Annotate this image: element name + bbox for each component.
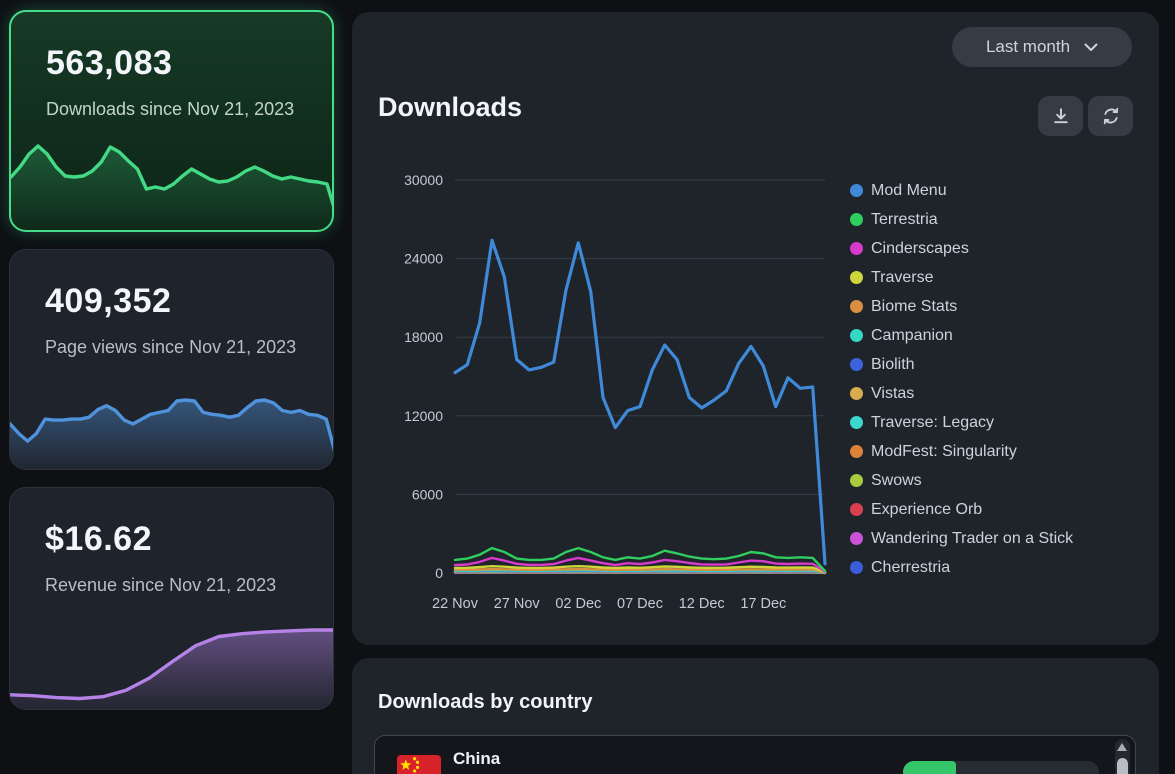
- downloads-panel: Last month Downloads 0600012000180002400…: [352, 12, 1159, 645]
- chart-legend: Mod Menu Terrestria Cinderscapes Traverse Bi…: [850, 176, 1073, 582]
- legend-item-vistas[interactable]: Vistas: [850, 379, 1073, 408]
- legend-label: Vistas: [871, 385, 914, 403]
- legend-dot: [850, 184, 863, 197]
- legend-dot: [850, 271, 863, 284]
- legend-item-experience-orb[interactable]: Experience Orb: [850, 495, 1073, 524]
- legend-dot: [850, 474, 863, 487]
- x-axis-label: 17 Dec: [740, 596, 786, 612]
- legend-dot: [850, 358, 863, 371]
- legend-dot: [850, 387, 863, 400]
- legend-item-cinderscapes[interactable]: Cinderscapes: [850, 234, 1073, 263]
- legend-item-campanion[interactable]: Campanion: [850, 321, 1073, 350]
- legend-label: Biome Stats: [871, 298, 957, 316]
- stat-card-pageviews[interactable]: 409,352 Page views since Nov 21, 2023: [9, 249, 334, 470]
- legend-label: Cinderscapes: [871, 240, 969, 258]
- country-progress-fill: [903, 761, 956, 774]
- legend-dot: [850, 503, 863, 516]
- scrollbar-thumb[interactable]: [1117, 758, 1128, 774]
- downloads-total-label: Downloads since Nov 21, 2023: [46, 98, 306, 121]
- legend-item-swows[interactable]: Swows: [850, 466, 1073, 495]
- legend-dot: [850, 416, 863, 429]
- legend-label: Experience Orb: [871, 501, 982, 519]
- stat-card-downloads[interactable]: 563,083 Downloads since Nov 21, 2023: [9, 10, 334, 232]
- y-axis-label: 0: [435, 565, 443, 581]
- downloads-total-value: 563,083: [46, 44, 172, 83]
- legend-label: Mod Menu: [871, 182, 947, 200]
- revenue-sparkline: [10, 624, 334, 709]
- country-panel: Downloads by country China: [352, 658, 1159, 774]
- pageviews-total-value: 409,352: [45, 282, 171, 321]
- country-name: China: [453, 749, 500, 769]
- x-axis-label: 22 Nov: [432, 596, 479, 612]
- legend-item-biolith[interactable]: Biolith: [850, 350, 1073, 379]
- legend-item-mod-menu[interactable]: Mod Menu: [850, 176, 1073, 205]
- legend-dot: [850, 445, 863, 458]
- downloads-sparkline: [11, 140, 334, 230]
- x-axis-label: 02 Dec: [555, 596, 601, 612]
- country-list-scrollbar[interactable]: [1115, 739, 1130, 774]
- china-flag-icon: [397, 755, 441, 774]
- legend-label: Cherrestria: [871, 559, 950, 577]
- legend-item-wandering-trader-on-a-stick[interactable]: Wandering Trader on a Stick: [850, 524, 1073, 553]
- legend-dot: [850, 329, 863, 342]
- legend-dot: [850, 532, 863, 545]
- legend-label: Traverse: Legacy: [871, 414, 994, 432]
- y-axis-label: 18000: [404, 329, 443, 345]
- y-axis-label: 24000: [404, 251, 443, 267]
- legend-label: Swows: [871, 472, 922, 490]
- y-axis-label: 6000: [412, 486, 443, 502]
- analytics-page: 563,083 Downloads since Nov 21, 2023 409…: [0, 0, 1175, 774]
- y-axis-label: 12000: [404, 408, 443, 424]
- legend-dot: [850, 561, 863, 574]
- country-list: China: [374, 735, 1136, 774]
- legend-item-traverse[interactable]: Traverse: [850, 263, 1073, 292]
- series-line-mod-menu: [455, 240, 825, 564]
- legend-label: Traverse: [871, 269, 934, 287]
- stat-card-revenue[interactable]: $16.62 Revenue since Nov 21, 2023: [9, 487, 334, 710]
- country-progress-track: [903, 761, 1099, 774]
- x-axis-label: 12 Dec: [679, 596, 725, 612]
- legend-item-terrestria[interactable]: Terrestria: [850, 205, 1073, 234]
- scroll-up-arrow-icon[interactable]: [1117, 743, 1127, 751]
- legend-label: Campanion: [871, 327, 953, 345]
- legend-label: Terrestria: [871, 211, 938, 229]
- revenue-total-value: $16.62: [45, 520, 152, 559]
- legend-label: ModFest: Singularity: [871, 443, 1017, 461]
- legend-item-modfest-singularity[interactable]: ModFest: Singularity: [850, 437, 1073, 466]
- sparkline-fill: [11, 146, 334, 230]
- legend-dot: [850, 242, 863, 255]
- legend-label: Wandering Trader on a Stick: [871, 530, 1073, 548]
- legend-dot: [850, 300, 863, 313]
- x-axis-label: 07 Dec: [617, 596, 663, 612]
- legend-dot: [850, 213, 863, 226]
- y-axis-label: 30000: [404, 172, 443, 188]
- x-axis-label: 27 Nov: [494, 596, 541, 612]
- legend-item-traverse-legacy[interactable]: Traverse: Legacy: [850, 408, 1073, 437]
- pageviews-sparkline: [10, 394, 334, 469]
- revenue-total-label: Revenue since Nov 21, 2023: [45, 574, 305, 597]
- legend-item-biome-stats[interactable]: Biome Stats: [850, 292, 1073, 321]
- legend-label: Biolith: [871, 356, 915, 374]
- country-panel-title: Downloads by country: [378, 691, 592, 714]
- legend-item-cherrestria[interactable]: Cherrestria: [850, 553, 1073, 582]
- pageviews-total-label: Page views since Nov 21, 2023: [45, 336, 305, 359]
